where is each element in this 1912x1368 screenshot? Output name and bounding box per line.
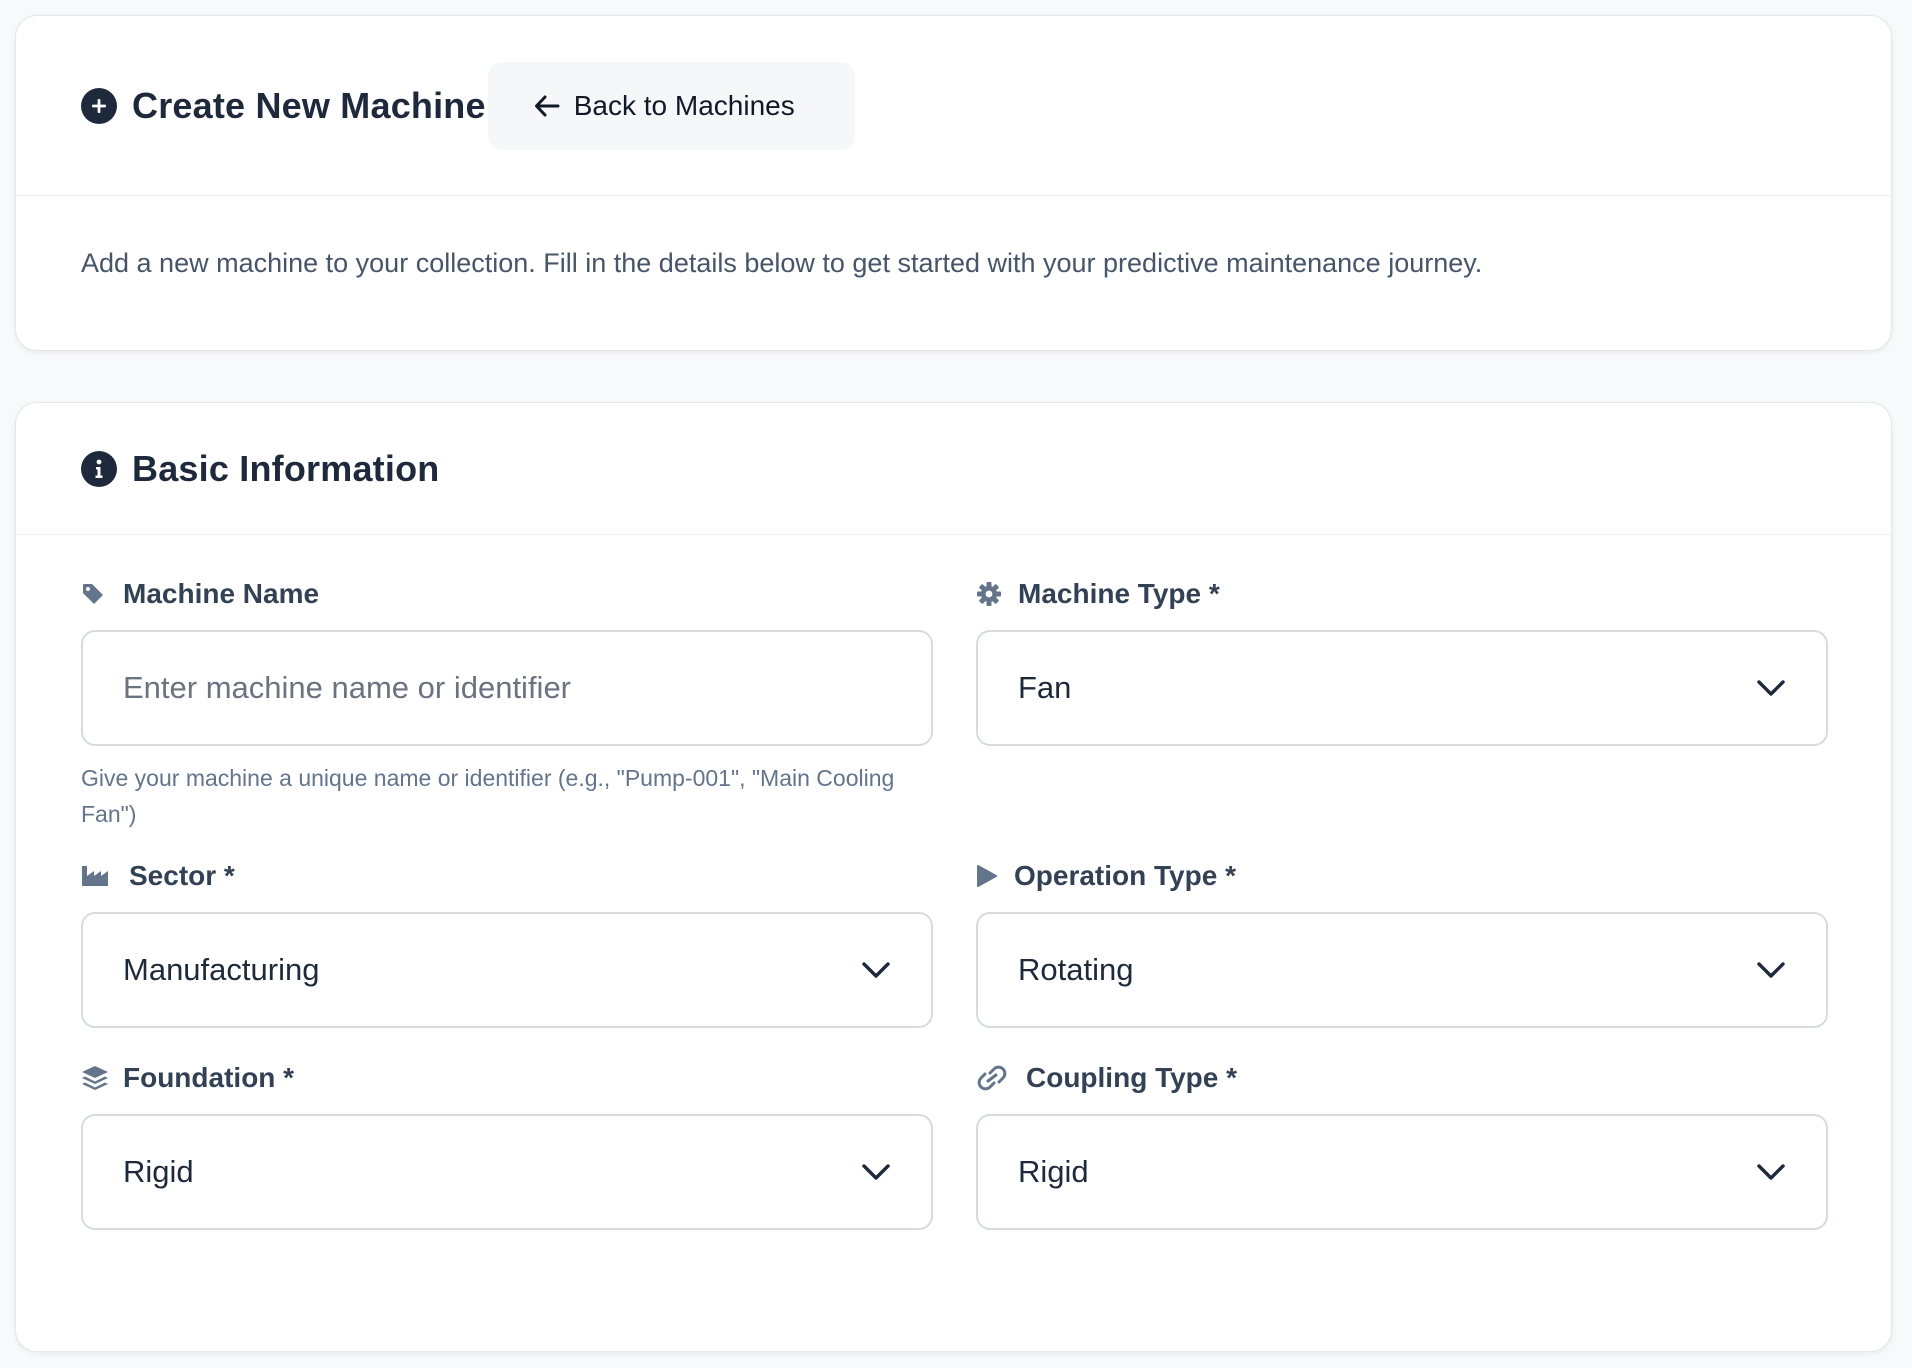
- foundation-field: Foundation * Rigid: [81, 1061, 933, 1230]
- operation-type-value: Rotating: [1018, 952, 1134, 987]
- machine-type-field: Machine Type * Fan: [976, 577, 1828, 746]
- tag-icon: [81, 582, 109, 606]
- foundation-value: Rigid: [123, 1154, 194, 1189]
- section-header: Basic Information: [16, 403, 1891, 535]
- coupling-type-select[interactable]: Rigid: [976, 1114, 1828, 1230]
- sector-label-text: Sector *: [129, 860, 235, 891]
- coupling-type-field: Coupling Type * Rigid: [976, 1061, 1828, 1230]
- back-button-label: Back to Machines: [573, 89, 795, 121]
- play-icon: [976, 864, 1000, 888]
- machine-type-value: Fan: [1018, 670, 1072, 705]
- link-icon: [976, 1065, 1012, 1091]
- operation-type-label: Operation Type *: [976, 859, 1828, 893]
- machine-type-label: Machine Type *: [976, 577, 1828, 611]
- sector-field: Sector * Manufacturing: [81, 859, 933, 1028]
- machine-name-label-text: Machine Name: [123, 578, 320, 609]
- foundation-select[interactable]: Rigid: [81, 1114, 933, 1230]
- machine-name-input[interactable]: [123, 670, 891, 706]
- basic-information-card: Basic Information Machine Name Give your…: [15, 402, 1892, 1352]
- chevron-down-icon: [861, 1163, 891, 1181]
- operation-type-label-text: Operation Type *: [1014, 860, 1236, 891]
- layers-icon: [81, 1064, 109, 1092]
- sector-value: Manufacturing: [123, 952, 320, 987]
- back-to-machines-button[interactable]: Back to Machines: [487, 61, 855, 150]
- foundation-label: Foundation *: [81, 1061, 933, 1095]
- chevron-down-icon: [1756, 679, 1786, 697]
- page-description: Add a new machine to your collection. Fi…: [81, 248, 1483, 278]
- coupling-type-label: Coupling Type *: [976, 1061, 1828, 1095]
- page-header-card: Create New Machine Back to Machines Add …: [15, 15, 1892, 351]
- coupling-type-value: Rigid: [1018, 1154, 1089, 1189]
- info-circle-icon: [81, 450, 117, 487]
- foundation-label-text: Foundation *: [123, 1062, 295, 1093]
- plus-circle-icon: [81, 87, 117, 124]
- gear-icon: [976, 581, 1004, 607]
- chevron-down-icon: [1756, 1163, 1786, 1181]
- machine-type-label-text: Machine Type *: [1018, 578, 1220, 609]
- machine-name-label: Machine Name: [81, 577, 933, 611]
- machine-type-select[interactable]: Fan: [976, 630, 1828, 746]
- page-header: Create New Machine Back to Machines: [16, 16, 1891, 196]
- sector-label: Sector *: [81, 859, 933, 893]
- machine-name-input-box[interactable]: [81, 630, 933, 746]
- machine-name-help: Give your machine a unique name or ident…: [81, 765, 895, 827]
- arrow-left-icon: [534, 94, 560, 118]
- industry-icon: [81, 864, 115, 888]
- page-title: Create New Machine: [132, 84, 486, 126]
- sector-select[interactable]: Manufacturing: [81, 912, 933, 1028]
- chevron-down-icon: [861, 961, 891, 979]
- machine-name-field: Machine Name Give your machine a unique …: [81, 577, 933, 832]
- coupling-type-label-text: Coupling Type *: [1026, 1062, 1238, 1093]
- operation-type-field: Operation Type * Rotating: [976, 859, 1828, 1028]
- section-title: Basic Information: [132, 447, 440, 489]
- chevron-down-icon: [1756, 961, 1786, 979]
- operation-type-select[interactable]: Rotating: [976, 912, 1828, 1028]
